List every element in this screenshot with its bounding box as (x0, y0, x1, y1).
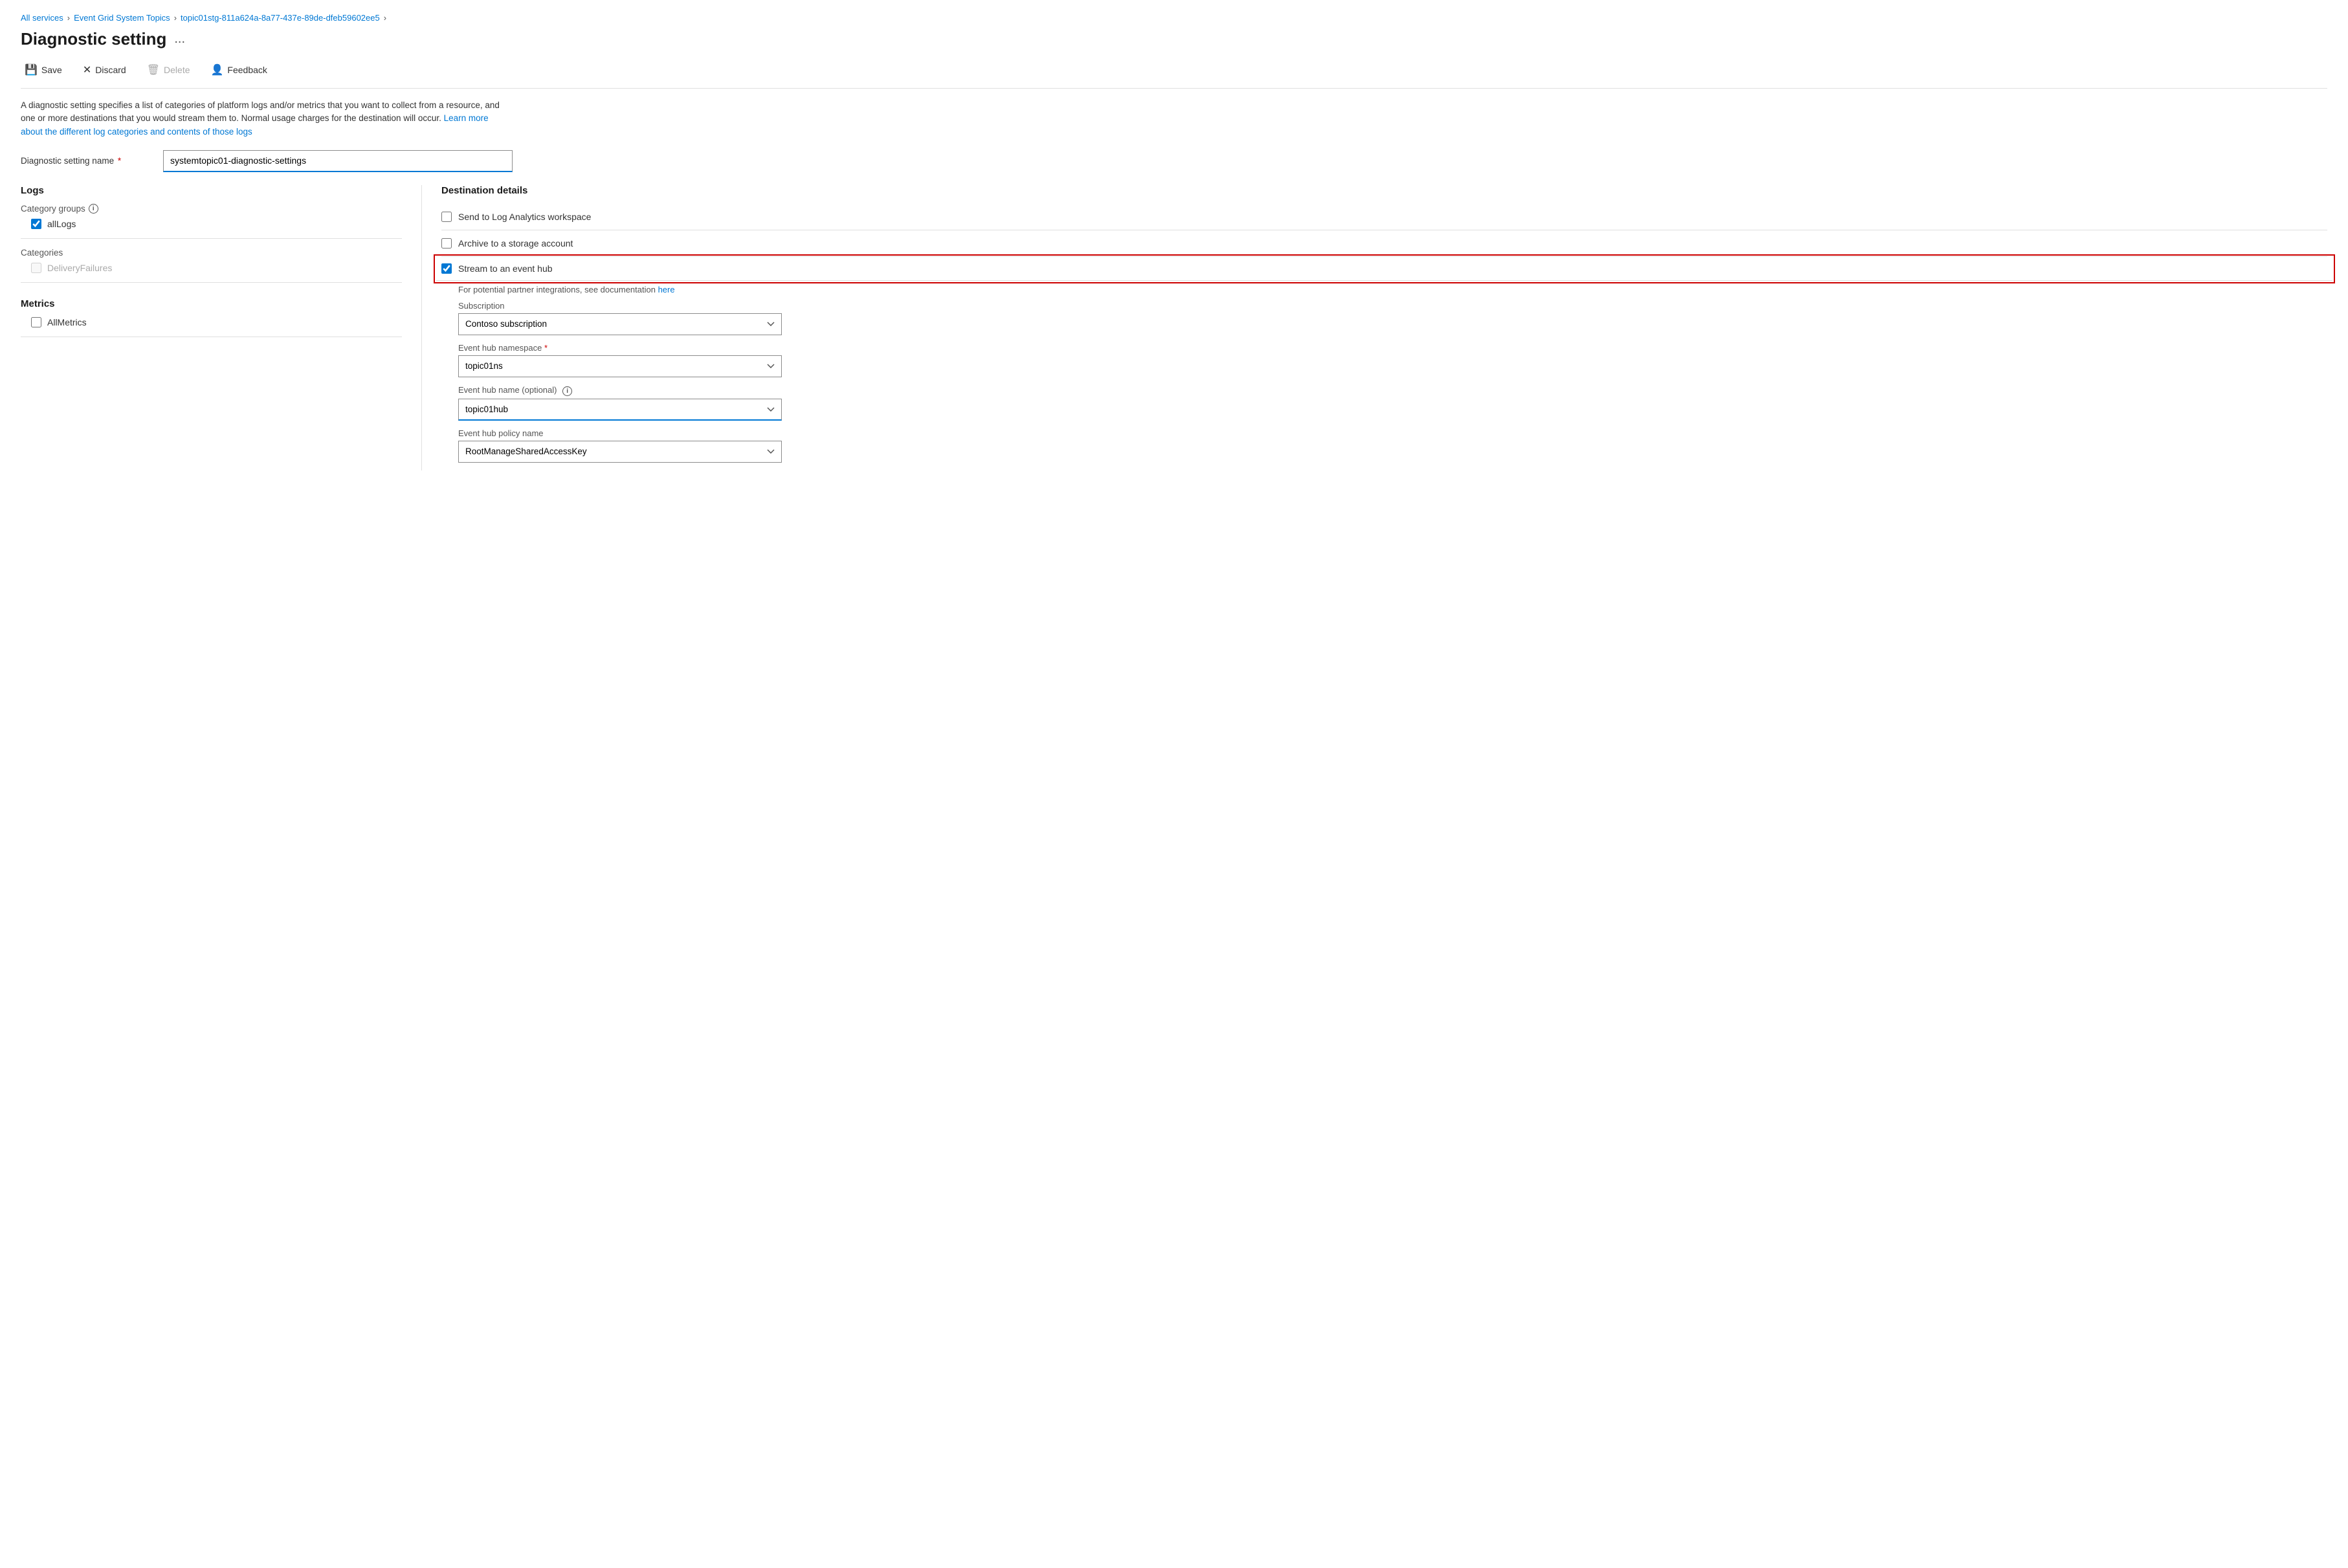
event-hub-checkbox[interactable] (441, 263, 452, 274)
event-hub-option: Stream to an event hub (436, 257, 2332, 281)
description: A diagnostic setting specifies a list of… (21, 99, 513, 138)
feedback-icon: 👤 (211, 63, 224, 76)
category-groups-info-icon[interactable]: i (89, 204, 98, 214)
all-logs-row: allLogs (31, 219, 402, 229)
page-title: Diagnostic setting (21, 29, 166, 49)
subscription-label: Subscription (458, 301, 2327, 311)
setting-name-label: Diagnostic setting name * (21, 156, 163, 166)
log-analytics-option: Send to Log Analytics workspace (441, 204, 2327, 230)
breadcrumb-all-services[interactable]: All services (21, 13, 63, 23)
page-title-ellipsis[interactable]: ... (174, 32, 185, 47)
event-hub-label[interactable]: Stream to an event hub (458, 263, 553, 274)
all-logs-label[interactable]: allLogs (47, 219, 76, 229)
breadcrumb: All services › Event Grid System Topics … (21, 13, 2327, 23)
destination-title: Destination details (441, 185, 2327, 196)
subscription-field-group: Subscription Contoso subscription (458, 301, 2327, 343)
left-panel: Logs Category groups i allLogs Categorie… (21, 185, 422, 470)
event-hub-subform: For potential partner integrations, see … (458, 285, 2327, 470)
delivery-failures-checkbox[interactable] (31, 263, 41, 273)
feedback-button[interactable]: 👤 Feedback (207, 61, 271, 79)
setting-name-input[interactable] (163, 150, 513, 172)
hub-name-select[interactable]: topic01hub (458, 399, 782, 421)
save-icon: 💾 (25, 63, 38, 76)
categories-divider (21, 282, 402, 283)
log-analytics-checkbox[interactable] (441, 212, 452, 222)
discard-button[interactable]: ✕ Discard (79, 61, 130, 79)
all-logs-checkbox[interactable] (31, 219, 41, 229)
storage-account-checkbox[interactable] (441, 238, 452, 248)
delivery-failures-row: DeliveryFailures (31, 263, 402, 273)
page-title-container: Diagnostic setting ... (21, 29, 2327, 49)
policy-label: Event hub policy name (458, 428, 2327, 438)
main-content: Logs Category groups i allLogs Categorie… (21, 185, 2327, 470)
categories-label: Categories (21, 248, 402, 258)
all-metrics-row: AllMetrics (31, 317, 402, 327)
toolbar: 💾 Save ✕ Discard 🗑 Delete 👤 Feedback (21, 61, 2327, 89)
partner-text: For potential partner integrations, see … (458, 285, 2327, 294)
setting-name-row: Diagnostic setting name * (21, 150, 603, 172)
log-analytics-label[interactable]: Send to Log Analytics workspace (458, 212, 591, 222)
metrics-section-title: Metrics (21, 298, 402, 309)
storage-account-label[interactable]: Archive to a storage account (458, 238, 573, 248)
logs-divider (21, 238, 402, 239)
namespace-label: Event hub namespace * (458, 343, 2327, 353)
hub-name-label: Event hub name (optional) i (458, 385, 2327, 396)
delete-button[interactable]: 🗑 Delete (143, 61, 194, 79)
description-text: A diagnostic setting specifies a list of… (21, 100, 500, 123)
all-metrics-checkbox[interactable] (31, 317, 41, 327)
metrics-section: Metrics AllMetrics (21, 298, 402, 337)
hub-name-info-icon[interactable]: i (562, 386, 572, 396)
breadcrumb-topic[interactable]: topic01stg-811a624a-8a77-437e-89de-dfeb5… (181, 13, 380, 23)
delivery-failures-label: DeliveryFailures (47, 263, 112, 273)
all-metrics-label[interactable]: AllMetrics (47, 317, 87, 327)
logs-section-title: Logs (21, 185, 402, 196)
namespace-select[interactable]: topic01ns (458, 355, 782, 377)
category-groups-label: Category groups i (21, 204, 402, 214)
storage-account-option: Archive to a storage account (441, 230, 2327, 257)
discard-icon: ✕ (83, 63, 91, 76)
delete-icon: 🗑 (147, 63, 160, 76)
breadcrumb-event-grid[interactable]: Event Grid System Topics (74, 13, 170, 23)
policy-field-group: Event hub policy name RootManageSharedAc… (458, 428, 2327, 470)
save-button[interactable]: 💾 Save (21, 61, 66, 79)
subscription-select[interactable]: Contoso subscription (458, 313, 782, 335)
hub-name-field-group: Event hub name (optional) i topic01hub (458, 385, 2327, 428)
right-panel: Destination details Send to Log Analytic… (422, 185, 2327, 470)
namespace-field-group: Event hub namespace * topic01ns (458, 343, 2327, 385)
policy-select[interactable]: RootManageSharedAccessKey (458, 441, 782, 463)
partner-link[interactable]: here (658, 285, 675, 294)
